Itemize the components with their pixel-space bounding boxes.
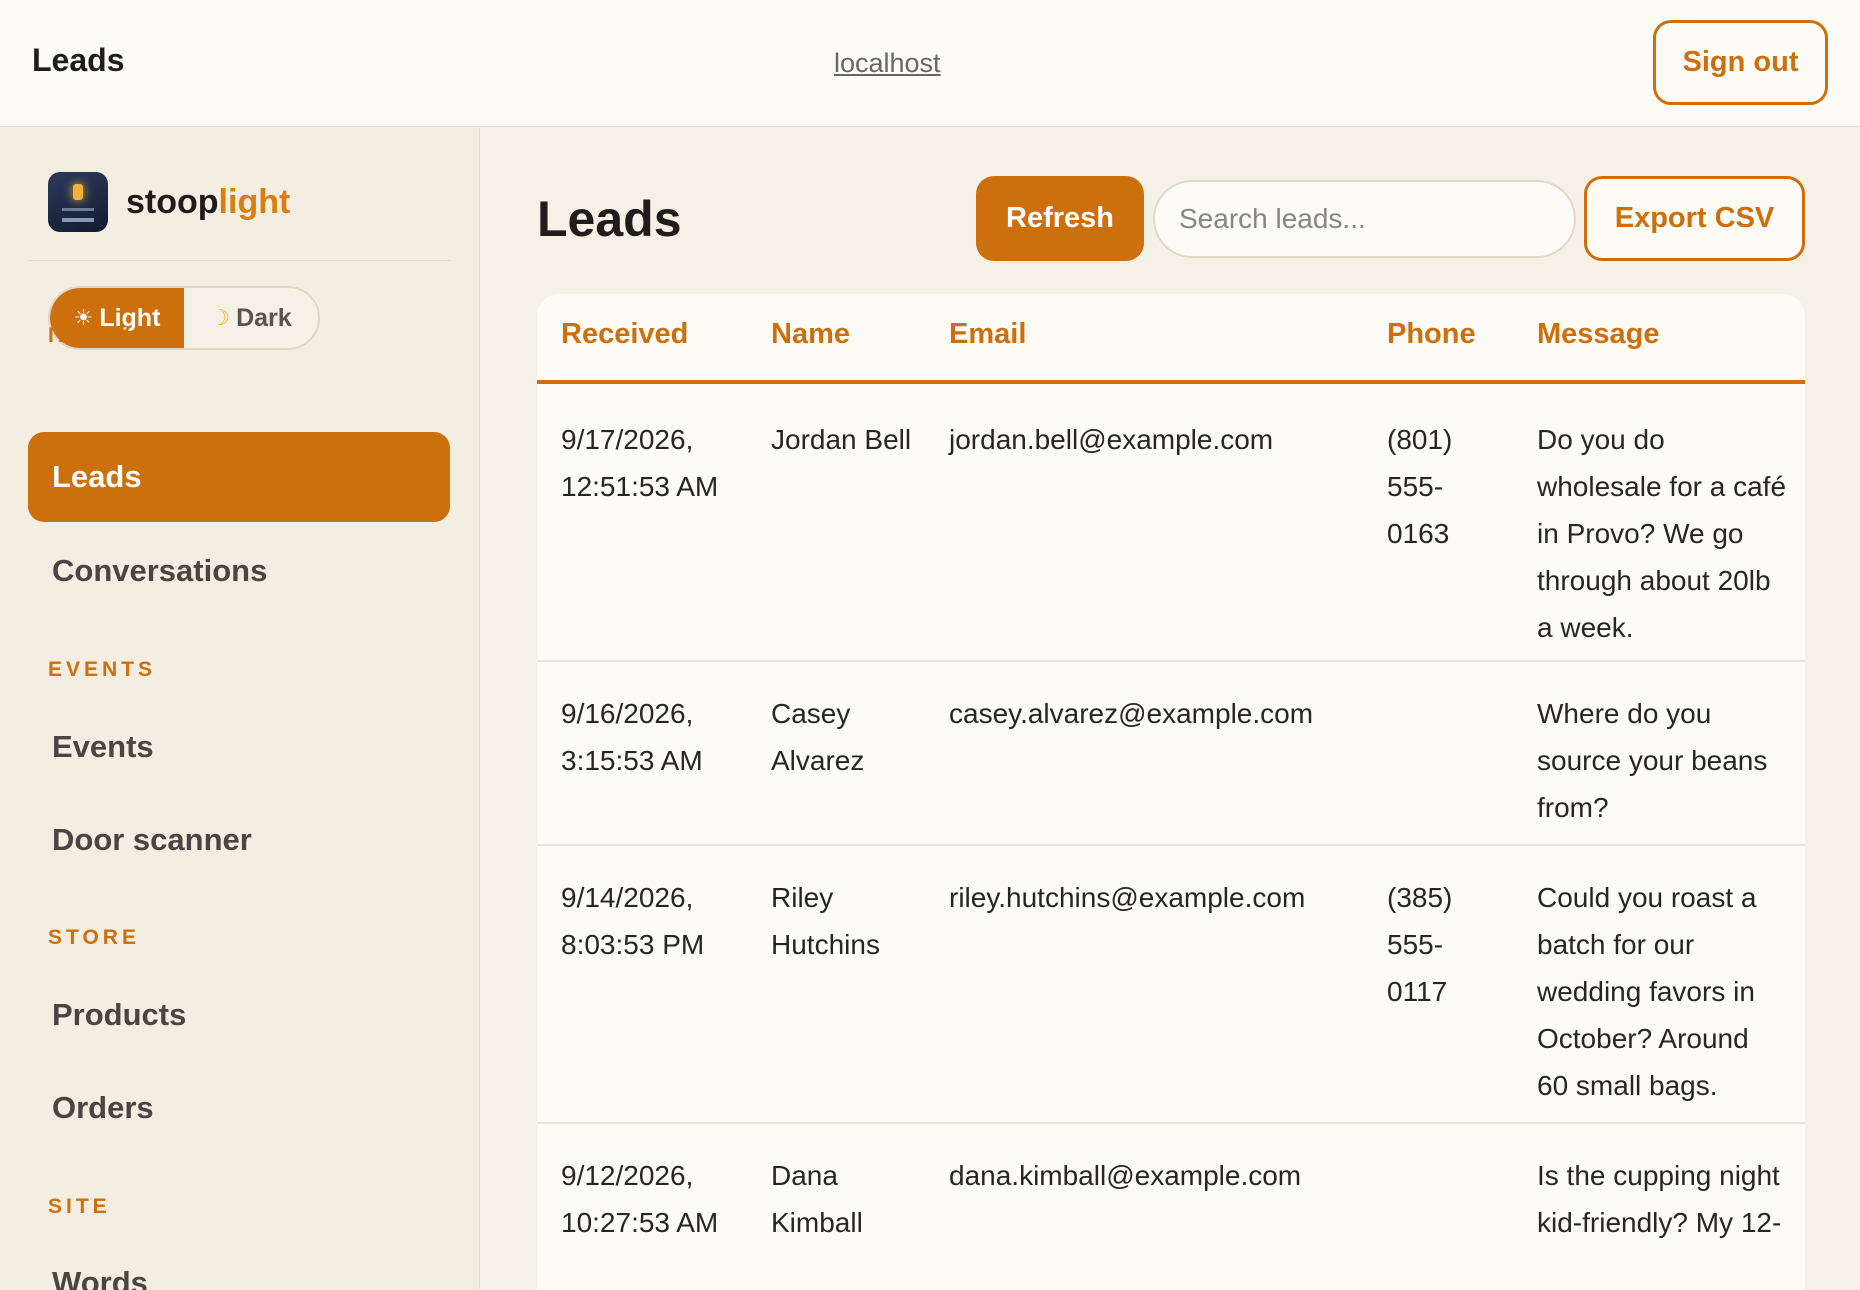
stoop-steps [62, 208, 94, 222]
section-label-inbox: INBOX [48, 324, 135, 347]
cell-received: 9/12/2026, 10:27:53 AM [561, 1160, 719, 1238]
cell-name: Riley Hutchins [771, 882, 880, 960]
column-header-phone[interactable]: Phone [1387, 318, 1476, 351]
refresh-button[interactable]: Refresh [976, 176, 1144, 261]
leads-table: Received Name Email Phone Message 9/17/2… [537, 294, 1805, 1290]
brand-name-part1: stoop [126, 182, 219, 221]
cell-name: Dana Kimball [771, 1160, 863, 1238]
theme-dark-option[interactable]: ☽ Dark [184, 288, 318, 348]
table-row[interactable]: 9/12/2026, 10:27:53 AM Dana Kimball dana… [537, 1124, 1805, 1290]
cell-email: riley.hutchins@example.com [949, 882, 1306, 913]
cell-phone: (385) 555-0117 [1387, 882, 1453, 1007]
cell-message: Could you roast a batch for our wedding … [1537, 882, 1757, 1101]
cell-received: 9/14/2026, 8:03:53 PM [561, 882, 705, 960]
sidebar-item-orders[interactable]: Orders [28, 1063, 450, 1153]
cell-email: casey.alvarez@example.com [949, 698, 1314, 729]
page-title: Leads [537, 191, 682, 247]
cell-name: Casey Alvarez [771, 698, 865, 776]
sidebar: stooplight ☀ Light ☽ Dark INBOX Leads Co… [0, 128, 480, 1290]
lamp-glow [73, 184, 83, 200]
cell-name: Jordan Bell [771, 424, 912, 455]
sidebar-item-words[interactable]: Words [28, 1238, 450, 1290]
section-label-store: STORE [48, 926, 140, 949]
sidebar-item-leads[interactable]: Leads [28, 432, 450, 522]
column-header-received[interactable]: Received [561, 318, 688, 351]
sidebar-item-products[interactable]: Products [28, 970, 450, 1060]
top-bar: Leads localhost Sign out [0, 0, 1860, 127]
cell-phone: (801) 555-0163 [1387, 424, 1453, 549]
host-link[interactable]: localhost [834, 48, 941, 79]
cell-received: 9/17/2026, 12:51:53 AM [561, 424, 719, 502]
column-header-message[interactable]: Message [1537, 318, 1660, 351]
theme-dark-label: Dark [236, 303, 292, 332]
sidebar-item-door-scanner[interactable]: Door scanner [28, 795, 450, 885]
sidebar-item-conversations[interactable]: Conversations [28, 526, 450, 616]
column-header-name[interactable]: Name [771, 318, 850, 351]
table-row[interactable]: 9/14/2026, 8:03:53 PM Riley Hutchins ril… [537, 846, 1805, 1124]
moon-icon: ☽ [210, 305, 231, 331]
cell-email: dana.kimball@example.com [949, 1160, 1302, 1191]
table-row[interactable]: 9/17/2026, 12:51:53 AM Jordan Bell jorda… [537, 388, 1805, 662]
column-header-email[interactable]: Email [949, 318, 1026, 351]
cell-message: Where do you source your beans from? [1537, 698, 1768, 823]
section-label-site: SITE [48, 1195, 111, 1218]
cell-message: Do you do wholesale for a café in Provo?… [1537, 424, 1787, 643]
brand[interactable]: stooplight [48, 172, 290, 232]
section-label-events: EVENTS [48, 658, 157, 681]
brand-name-part2: light [218, 182, 291, 221]
cell-received: 9/16/2026, 3:15:53 AM [561, 698, 703, 776]
divider [28, 260, 450, 261]
sign-out-button[interactable]: Sign out [1653, 20, 1828, 105]
sidebar-item-events[interactable]: Events [28, 702, 450, 792]
table-header: Received Name Email Phone Message [537, 294, 1805, 384]
app-title: Leads [32, 42, 125, 78]
stooplight-logo-icon [48, 172, 108, 232]
search-input[interactable] [1153, 180, 1576, 258]
export-csv-button[interactable]: Export CSV [1584, 176, 1805, 261]
brand-name: stooplight [126, 183, 290, 222]
cell-email: jordan.bell@example.com [949, 424, 1274, 455]
cell-message: Is the cupping night kid-friendly? My 12… [1537, 1160, 1782, 1238]
table-row[interactable]: 9/16/2026, 3:15:53 AM Casey Alvarez case… [537, 662, 1805, 846]
